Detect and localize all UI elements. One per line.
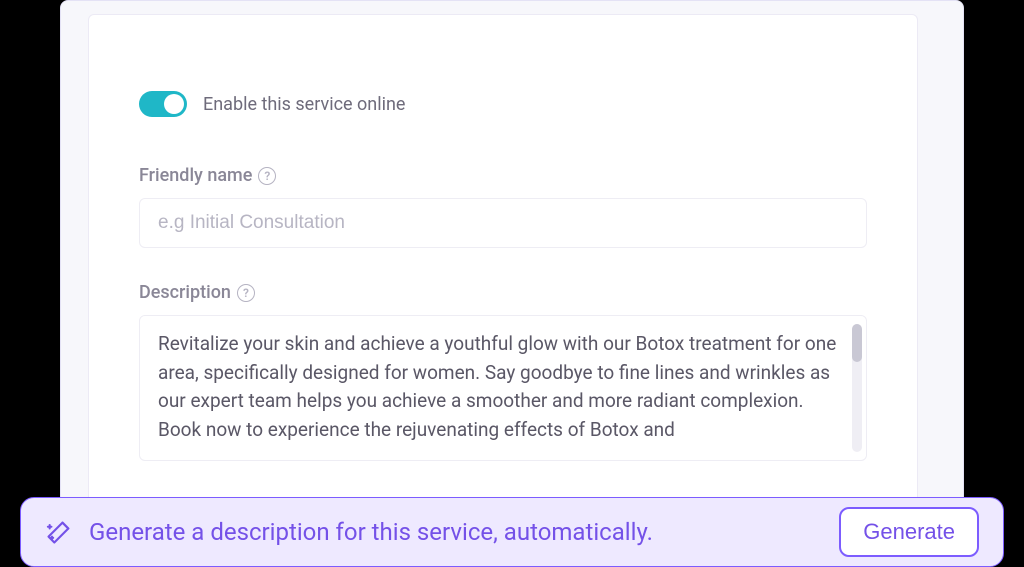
friendly-name-label-row: Friendly name ? — [139, 165, 867, 186]
service-settings-panel: Enable this service online Friendly name… — [88, 14, 918, 565]
help-icon[interactable]: ? — [237, 284, 255, 302]
description-label-row: Description ? — [139, 282, 867, 303]
toggle-knob — [164, 94, 184, 114]
enable-service-label: Enable this service online — [203, 94, 405, 115]
scrollbar-thumb[interactable] — [852, 324, 862, 362]
enable-service-row: Enable this service online — [139, 91, 867, 117]
friendly-name-label: Friendly name — [139, 165, 252, 186]
friendly-name-input[interactable] — [139, 198, 867, 248]
generate-button[interactable]: Generate — [839, 507, 979, 557]
description-textarea[interactable] — [140, 316, 866, 456]
description-textarea-wrap — [139, 315, 867, 461]
magic-wand-icon — [45, 518, 73, 546]
enable-service-toggle[interactable] — [139, 91, 187, 117]
description-label: Description — [139, 282, 231, 303]
ai-generate-bar: Generate a description for this service,… — [20, 497, 1004, 567]
scrollbar-track[interactable] — [852, 324, 862, 452]
help-icon[interactable]: ? — [258, 167, 276, 185]
ai-prompt-text: Generate a description for this service,… — [89, 518, 823, 546]
